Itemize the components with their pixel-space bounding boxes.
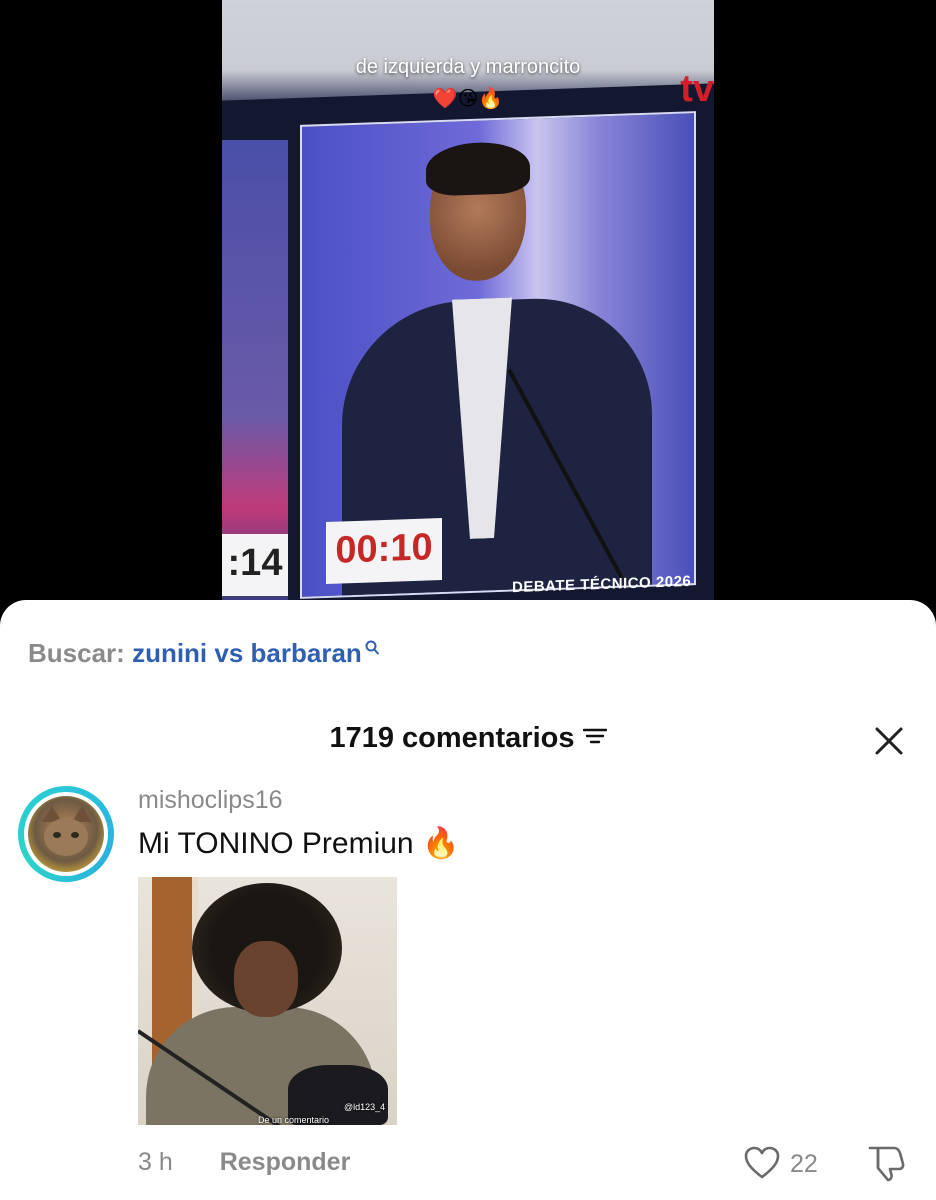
image-person-face: [234, 941, 298, 1017]
comment-username[interactable]: mishoclips16: [138, 786, 283, 815]
video-player[interactable]: :14 00:10 de izquierda y marroncito ❤️😘🔥…: [222, 0, 714, 620]
comment-text: Mi TONINO Premiun 🔥: [138, 827, 460, 860]
video-caption: de izquierda y marroncito: [355, 56, 581, 78]
comments-sheet: Buscar: zunini vs barbaran 1719 comentar…: [0, 600, 936, 1200]
cat-face: [44, 818, 88, 856]
image-watermark: @ld123_4: [344, 1102, 386, 1112]
close-icon[interactable]: [872, 724, 906, 758]
cat-eye-right: [71, 832, 79, 838]
reply-button[interactable]: Responder: [220, 1148, 351, 1177]
left-candidate-panel: [222, 140, 288, 600]
search-term-link[interactable]: zunini vs barbaran: [132, 638, 362, 668]
avatar-image: [28, 796, 104, 872]
timer-left: :14: [222, 534, 288, 596]
video-caption-emojis: ❤️😘🔥: [432, 88, 504, 110]
candidate-hair: [426, 140, 530, 197]
search-icon[interactable]: [364, 640, 379, 655]
comment-time: 3 h: [138, 1148, 173, 1176]
comments-count-header: 1719 comentarios: [0, 722, 936, 756]
comments-count: 1719 comentarios: [329, 722, 575, 754]
channel-logo: tv: [680, 68, 714, 110]
avatar[interactable]: [18, 786, 114, 882]
like-count: 22: [790, 1150, 818, 1178]
comment-meta: 3 h Responder: [138, 1148, 350, 1177]
filter-icon[interactable]: [582, 721, 607, 754]
thumbs-down-icon[interactable]: [866, 1144, 906, 1187]
avatar-ring-inner: [24, 792, 108, 876]
search-prefix: Buscar:: [28, 638, 125, 668]
comment-attached-image[interactable]: @ld123_4 De un comentario: [138, 877, 397, 1125]
heart-icon[interactable]: [744, 1146, 780, 1185]
image-caption: De un comentario: [258, 1115, 330, 1125]
search-suggestion[interactable]: Buscar: zunini vs barbaran: [28, 638, 379, 669]
timer-main: 00:10: [326, 517, 442, 585]
cat-eye-left: [53, 832, 61, 838]
